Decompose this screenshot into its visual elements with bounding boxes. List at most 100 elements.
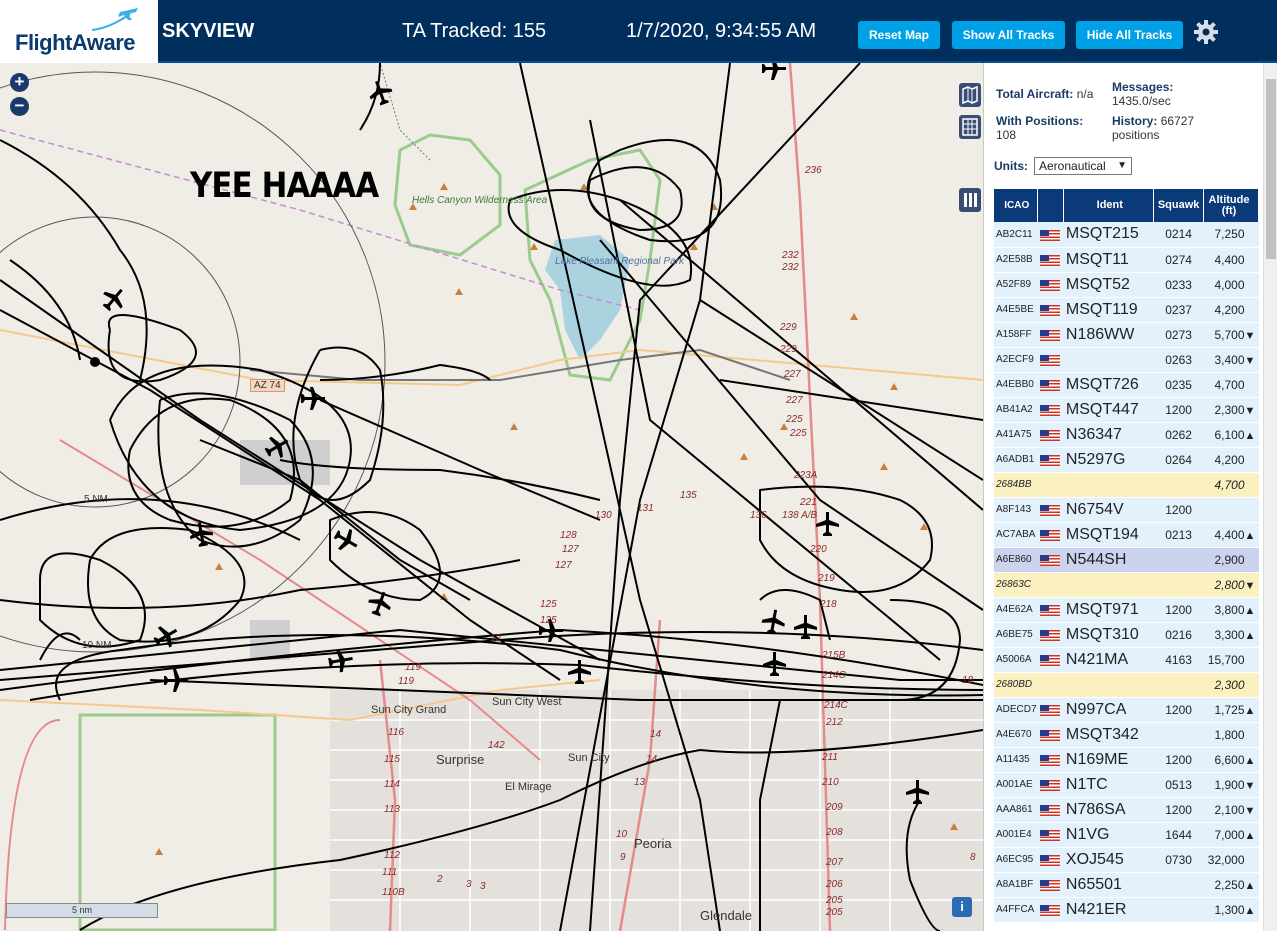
- cell-altitude: 4,000: [1203, 272, 1259, 298]
- svg-text:221: 221: [799, 497, 817, 508]
- table-row[interactable]: AB41A2 MSQT447 1200 2,300▼: [994, 397, 1259, 423]
- zoom-in-icon[interactable]: +: [10, 73, 29, 92]
- table-row[interactable]: A4E670 MSQT342 1,800: [994, 722, 1259, 748]
- col-ident[interactable]: Ident: [1063, 189, 1155, 222]
- svg-text:207: 207: [825, 857, 843, 868]
- altitude-value: 1,800: [1214, 727, 1245, 742]
- us-flag-icon: [1039, 329, 1060, 341]
- gear-icon[interactable]: [1193, 19, 1219, 45]
- positions-label: With Positions:: [996, 114, 1084, 128]
- map-canvas[interactable]: 236 232 232 229 229 227 227 225 225 223A 221 220…: [0, 63, 983, 931]
- cell-flag: [1037, 822, 1064, 848]
- table-row[interactable]: A52F89 MSQT52 0233 4,000: [994, 272, 1259, 298]
- table-row[interactable]: A001AE N1TC 0513 1,900▼: [994, 772, 1259, 798]
- altitude-value: 3,300: [1214, 627, 1245, 642]
- scrollbar-thumb[interactable]: [1266, 79, 1276, 259]
- cell-flag: [1037, 397, 1064, 423]
- svg-text:127: 127: [555, 560, 572, 571]
- show-all-tracks-button[interactable]: Show All Tracks: [952, 21, 1065, 49]
- svg-text:209: 209: [825, 802, 843, 813]
- cell-icao: A52F89: [994, 272, 1038, 298]
- cell-squawk: 0513: [1153, 772, 1204, 798]
- table-row[interactable]: 2684BB 4,700: [994, 472, 1259, 498]
- cell-flag: [1037, 747, 1064, 773]
- svg-text:3: 3: [480, 881, 486, 892]
- table-row[interactable]: A8A1BF N65501 2,250▲: [994, 872, 1259, 898]
- cell-squawk: 0216: [1153, 622, 1204, 648]
- altitude-value: 3,400: [1214, 352, 1245, 367]
- cell-squawk: [1153, 572, 1204, 598]
- table-row[interactable]: A41A75 N36347 0262 6,100▲: [994, 422, 1259, 448]
- col-flag[interactable]: [1037, 189, 1065, 222]
- cell-ident: N421ER: [1063, 897, 1154, 923]
- cell-squawk: 0263: [1153, 347, 1204, 373]
- table-row[interactable]: A6EC95 XOJ545 0730 32,000: [994, 847, 1259, 873]
- aircraft-table-body: AB2C11 MSQT215 0214 7,250 A2E58B MSQT11 0274 4,…: [994, 222, 1259, 923]
- cell-altitude: 4,700: [1203, 472, 1259, 498]
- cell-squawk: 0235: [1153, 372, 1204, 398]
- total-aircraft-label: Total Aircraft:: [996, 87, 1074, 101]
- cell-ident: N421MA: [1063, 647, 1154, 673]
- table-row[interactable]: AC7ABA MSQT194 0213 4,400▲: [994, 522, 1259, 548]
- zoom-out-icon[interactable]: −: [10, 97, 29, 116]
- table-row[interactable]: A158FF N186WW 0273 5,700▼: [994, 322, 1259, 348]
- map-base-layer: 236232232 229229227 227225225 223A221220…: [0, 63, 983, 931]
- table-row[interactable]: A6BE75 MSQT310 0216 3,300▲: [994, 622, 1259, 648]
- cell-ident: [1063, 572, 1154, 598]
- table-row[interactable]: A4FFCA N421ER 1,300▲: [994, 897, 1259, 923]
- reset-map-button[interactable]: Reset Map: [858, 21, 940, 49]
- table-row[interactable]: A6ADB1 N5297G 0264 4,200: [994, 447, 1259, 473]
- table-row[interactable]: A8F143 N6754V 1200: [994, 497, 1259, 523]
- units-select[interactable]: Aeronautical ▼: [1034, 157, 1132, 175]
- cell-altitude: 4,200: [1203, 447, 1259, 473]
- cell-flag: [1037, 472, 1064, 498]
- cell-ident: N1VG: [1063, 822, 1154, 848]
- altitude-trend-icon: ▲: [1244, 604, 1256, 617]
- flightaware-logo[interactable]: FlightAware: [0, 0, 158, 63]
- positions-value: 108: [996, 128, 1017, 142]
- cell-altitude: 7,250: [1203, 222, 1259, 248]
- table-row[interactable]: A001E4 N1VG 1644 7,000▲: [994, 822, 1259, 848]
- cell-icao: A4E5BE: [994, 297, 1038, 323]
- table-row[interactable]: A2ECF9 0263 3,400▼: [994, 347, 1259, 373]
- col-altitude[interactable]: Altitude (ft): [1203, 189, 1259, 222]
- map-layers-icon[interactable]: [959, 83, 981, 107]
- sidebar-scrollbar[interactable]: [1263, 63, 1277, 931]
- cell-ident: [1063, 472, 1154, 498]
- svg-text:218: 218: [819, 599, 837, 610]
- cell-ident: MSQT342: [1063, 722, 1154, 748]
- altitude-trend-icon: ▼: [1244, 404, 1256, 417]
- table-row[interactable]: A11435 N169ME 1200 6,600▲: [994, 747, 1259, 773]
- columns-icon[interactable]: [959, 188, 981, 212]
- svg-text:112: 112: [384, 850, 400, 861]
- table-row[interactable]: AAA861 N786SA 1200 2,100▼: [994, 797, 1259, 823]
- grid-icon[interactable]: [959, 115, 981, 139]
- table-row[interactable]: A4E62A MSQT971 1200 3,800▲: [994, 597, 1259, 623]
- svg-text:119: 119: [405, 662, 421, 673]
- col-squawk[interactable]: Squawk: [1153, 189, 1205, 222]
- cell-altitude: 4,400: [1203, 247, 1259, 273]
- svg-text:211: 211: [821, 752, 838, 763]
- cell-flag: [1037, 697, 1064, 723]
- top-bar: FlightAware SKYVIEW TA Tracked: 155 1/7/…: [0, 0, 1277, 63]
- map-label-el-mirage: El Mirage: [505, 781, 552, 793]
- table-row[interactable]: 26863C 2,800▼: [994, 572, 1259, 598]
- table-row[interactable]: 2680BD 2,300: [994, 672, 1259, 698]
- col-icao[interactable]: ICAO: [994, 189, 1039, 222]
- total-aircraft-value: n/a: [1076, 87, 1094, 101]
- table-row[interactable]: A5006A N421MA 4163 15,700: [994, 647, 1259, 673]
- table-row[interactable]: A4EBB0 MSQT726 0235 4,700: [994, 372, 1259, 398]
- svg-text:227: 227: [783, 369, 801, 380]
- svg-text:212: 212: [825, 717, 843, 728]
- info-icon[interactable]: i: [952, 897, 972, 917]
- table-row[interactable]: AB2C11 MSQT215 0214 7,250: [994, 222, 1259, 248]
- altitude-trend-icon: ▲: [1244, 904, 1256, 917]
- table-row[interactable]: ADECD7 N997CA 1200 1,725▲: [994, 697, 1259, 723]
- table-row[interactable]: A2E58B MSQT11 0274 4,400: [994, 247, 1259, 273]
- table-row[interactable]: A6E860 N544SH 2,900: [994, 547, 1259, 573]
- hide-all-tracks-button[interactable]: Hide All Tracks: [1076, 21, 1183, 49]
- table-row[interactable]: A4E5BE MSQT119 0237 4,200: [994, 297, 1259, 323]
- cell-flag: [1037, 522, 1064, 548]
- svg-text:219: 219: [817, 573, 835, 584]
- cell-squawk: 0262: [1153, 422, 1204, 448]
